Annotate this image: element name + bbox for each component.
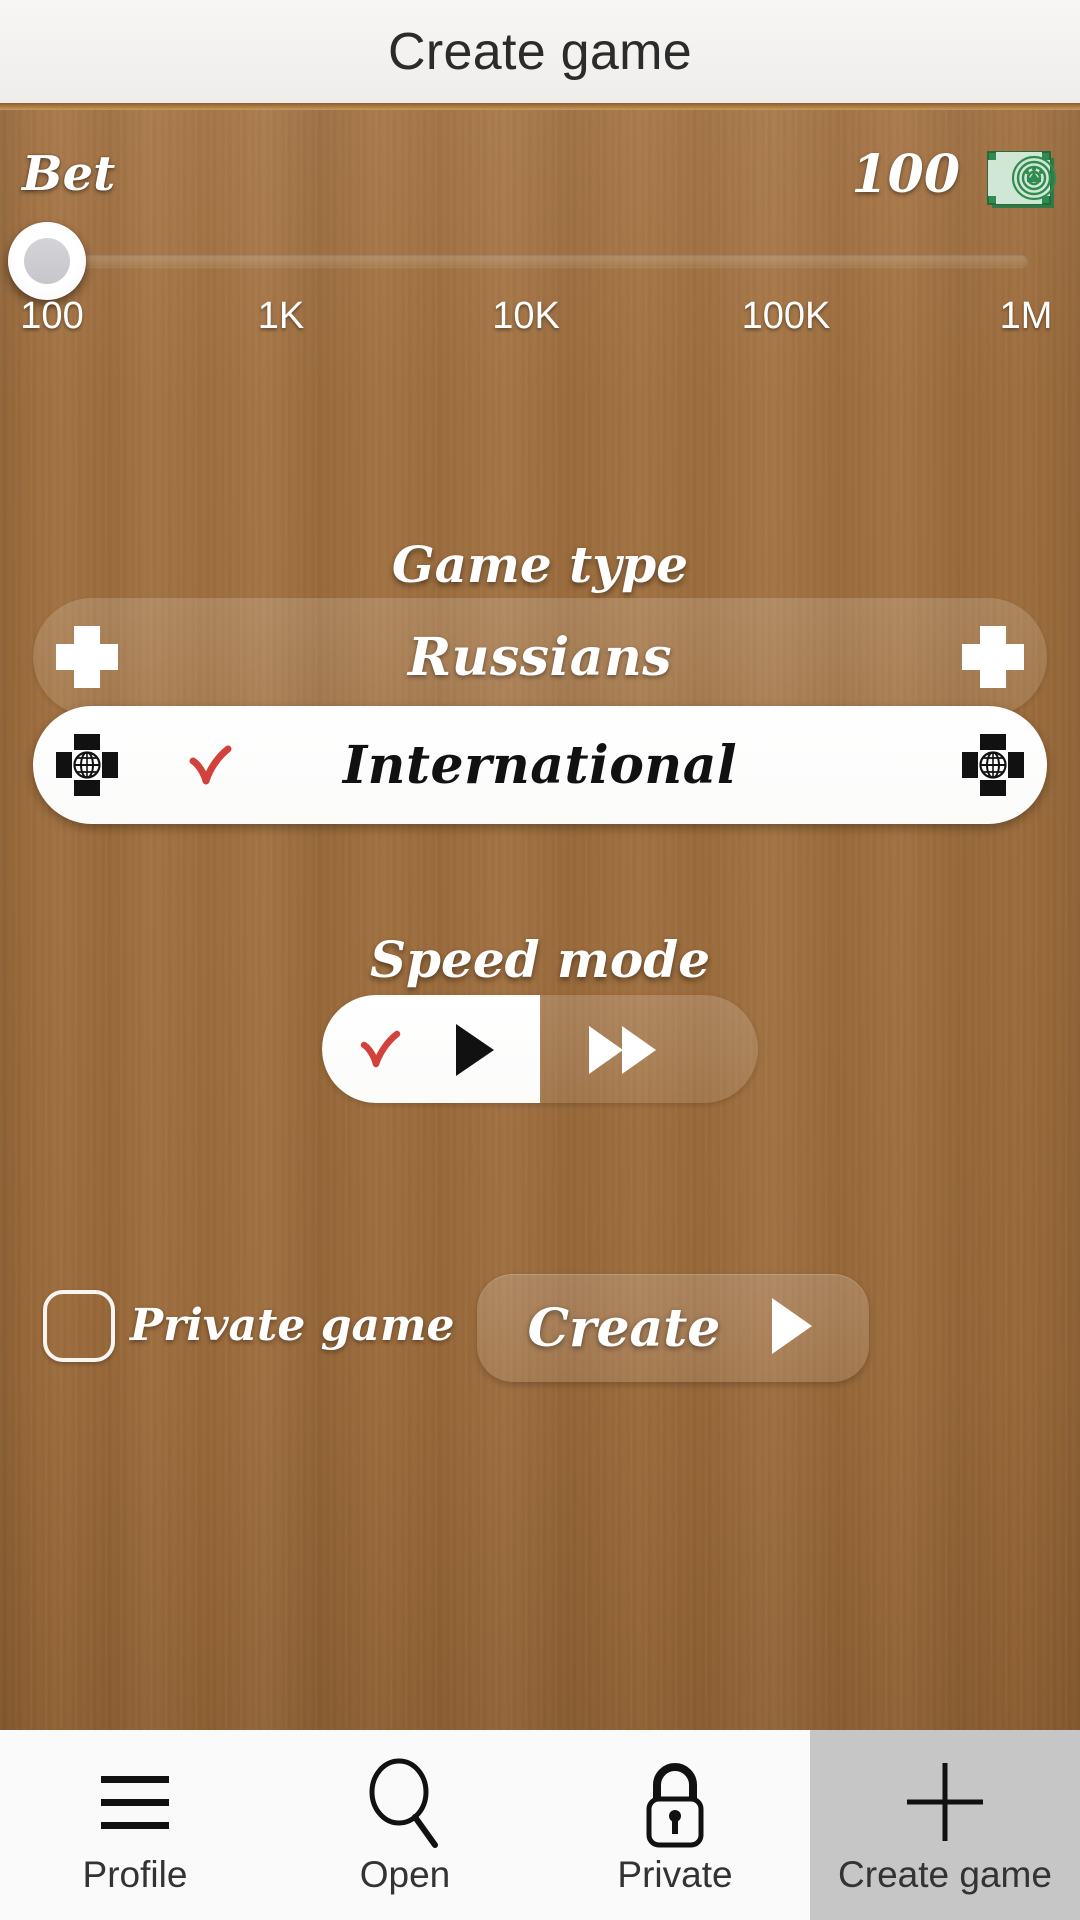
hamburger-icon <box>89 1754 181 1850</box>
speed-mode-toggle[interactable] <box>322 995 758 1103</box>
globe-icon-right <box>962 734 1024 796</box>
bet-row: Bet 100 <box>0 128 1080 218</box>
banknote-icon <box>984 146 1060 220</box>
private-game-label: Private game <box>130 1300 455 1351</box>
nav-item-create-game[interactable]: Create game <box>810 1730 1080 1920</box>
create-button-label: Create <box>527 1297 721 1359</box>
slider-tick-2: 10K <box>492 295 560 337</box>
bet-slider[interactable] <box>0 222 1080 300</box>
nav-item-profile[interactable]: Profile <box>0 1730 270 1920</box>
nav-item-label: Open <box>359 1854 451 1895</box>
speed-mode-toggle-wrap <box>0 995 1080 1105</box>
bet-slider-ticks: 100 1K 10K 100K 1M <box>0 295 1080 341</box>
app-header: Create game <box>0 0 1080 103</box>
nav-item-label: Profile <box>82 1854 188 1895</box>
ru-flag-icon-right: RU <box>962 626 1024 688</box>
bet-slider-handle[interactable] <box>8 222 86 300</box>
slider-tick-0: 100 <box>20 295 84 337</box>
speed-mode-title: Speed mode <box>369 930 711 989</box>
wood-background-panel: Bet 100 100 1K 10K 100K 1M Game type RU … <box>0 110 1080 1730</box>
plus-icon <box>899 1754 991 1850</box>
nav-item-label: Create game <box>838 1854 1052 1895</box>
slider-tick-4: 1M <box>999 295 1053 337</box>
play-icon <box>450 1021 500 1084</box>
page-title: Create game <box>388 22 692 81</box>
game-type-title: Game type <box>391 535 689 594</box>
speed-mode-fast-option[interactable] <box>540 995 758 1103</box>
selected-check-icon <box>356 1025 412 1082</box>
svg-text:RU: RU <box>975 647 1012 671</box>
play-arrow-icon <box>766 1294 818 1363</box>
game-type-option-international[interactable]: International <box>33 706 1047 824</box>
slider-tick-3: 100K <box>741 295 831 337</box>
bottom-navigation-bar: Profile Open Private Create game <box>0 1730 1080 1920</box>
header-divider <box>0 103 1080 110</box>
game-type-option-label: Russians <box>407 626 673 688</box>
slider-tick-1: 1K <box>257 295 305 337</box>
bet-label: Bet <box>22 146 116 202</box>
bet-value: 100 <box>851 144 960 205</box>
bet-slider-track[interactable] <box>28 254 1028 267</box>
nav-item-label: Private <box>617 1854 733 1895</box>
nav-item-private[interactable]: Private <box>540 1730 810 1920</box>
nav-item-open[interactable]: Open <box>270 1730 540 1920</box>
lock-icon <box>629 1754 721 1850</box>
fast-forward-icon <box>586 1023 660 1082</box>
game-type-option-russians[interactable]: RU Russians RU <box>33 598 1047 716</box>
private-game-checkbox[interactable] <box>43 1290 115 1362</box>
speed-mode-normal-option[interactable] <box>322 995 540 1103</box>
game-type-option-label: International <box>342 734 738 796</box>
create-button[interactable]: Create <box>477 1274 869 1382</box>
search-icon <box>359 1754 451 1850</box>
